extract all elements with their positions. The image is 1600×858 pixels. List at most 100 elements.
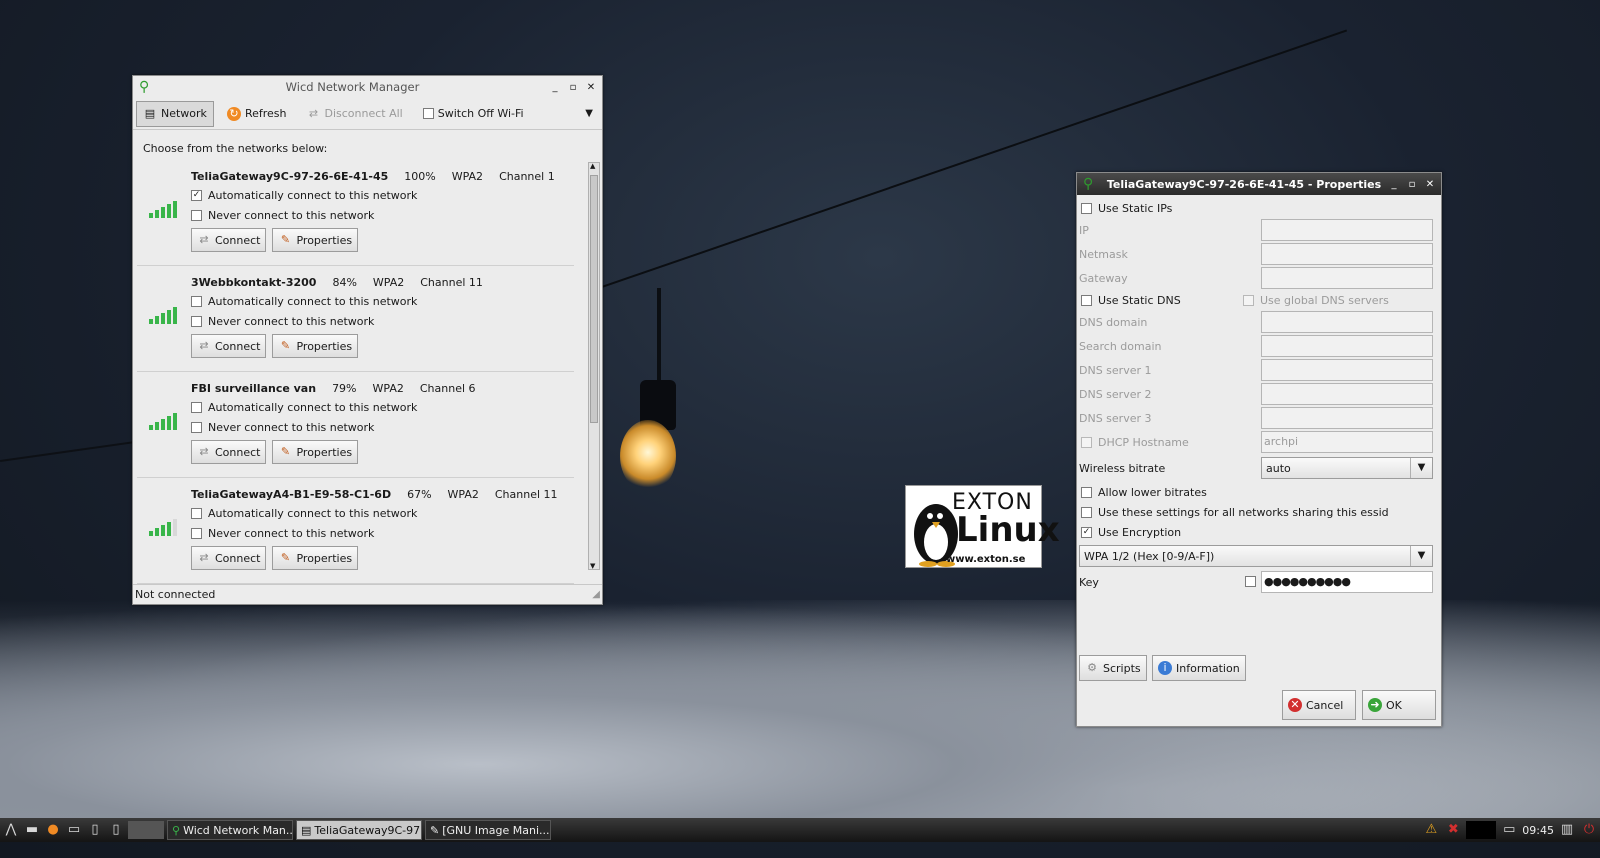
gateway-input[interactable] <box>1261 267 1433 289</box>
warning-tray-icon[interactable]: ⚠ <box>1422 821 1440 839</box>
task-gimp[interactable]: ✎ [GNU Image Mani... <box>425 820 551 840</box>
use-global-dns-checkbox[interactable] <box>1243 295 1254 306</box>
connect-button[interactable]: ⇄ Connect <box>191 334 267 358</box>
properties-button[interactable]: ✎ Properties <box>272 546 359 570</box>
connect-label: Connect <box>215 233 261 247</box>
dhcp-hostname-row[interactable]: DHCP Hostname <box>1081 436 1189 449</box>
wireless-bitrate-select[interactable]: auto ▼ <box>1261 457 1433 479</box>
never-connect-checkbox[interactable] <box>191 528 202 539</box>
desktop-2-icon[interactable]: ▯ <box>107 821 125 839</box>
use-encryption-checkbox[interactable]: ✓ <box>1081 527 1092 538</box>
start-menu-icon[interactable]: ⋀ <box>2 821 20 839</box>
properties-titlebar[interactable]: ⚲ TeliaGateway9C-97-26-6E-41-45 - Proper… <box>1077 173 1441 195</box>
connect-button[interactable]: ⇄ Connect <box>191 440 267 464</box>
maximize-icon[interactable]: ▫ <box>568 82 578 93</box>
information-button[interactable]: i Information <box>1152 655 1246 681</box>
use-static-dns-row[interactable]: Use Static DNS <box>1081 294 1181 307</box>
never-connect-checkbox[interactable] <box>191 210 202 221</box>
network-header: 3Webbkontakt-3200 84% WPA2 Channel 11 <box>191 276 483 289</box>
properties-close-icon[interactable]: ✕ <box>1425 179 1435 190</box>
dns-domain-input[interactable] <box>1261 311 1433 333</box>
properties-button[interactable]: ✎ Properties <box>272 440 359 464</box>
search-domain-input[interactable] <box>1261 335 1433 357</box>
dhcp-hostname-checkbox[interactable] <box>1081 437 1092 448</box>
never-connect-row[interactable]: Never connect to this network <box>191 527 374 540</box>
use-settings-row[interactable]: Use these settings for all networks shar… <box>1081 506 1389 519</box>
scroll-down-icon[interactable]: ▼ <box>590 562 595 570</box>
dns-server-2-input[interactable] <box>1261 383 1433 405</box>
auto-connect-row[interactable]: Automatically connect to this network <box>191 507 417 520</box>
never-connect-row[interactable]: Never connect to this network <box>191 315 374 328</box>
scroll-up-icon[interactable]: ▲ <box>590 162 595 170</box>
use-static-ips-row[interactable]: Use Static IPs <box>1081 202 1172 215</box>
netmask-input[interactable] <box>1261 243 1433 265</box>
auto-connect-checkbox[interactable] <box>191 508 202 519</box>
volume-tray-icon[interactable]: ▥ <box>1558 821 1576 839</box>
display-tray-icon[interactable]: ▭ <box>1500 821 1518 839</box>
properties-minimize-icon[interactable]: _ <box>1389 179 1399 190</box>
disconnect-all-button[interactable]: ⇄ Disconnect All <box>299 101 409 127</box>
show-key-checkbox[interactable] <box>1245 576 1256 587</box>
scroll-thumb[interactable] <box>590 175 598 423</box>
never-connect-checkbox[interactable] <box>191 316 202 327</box>
toolbar-menu-arrow-icon[interactable]: ▼ <box>585 108 593 119</box>
task-wicd[interactable]: ⚲ Wicd Network Man... <box>167 820 293 840</box>
desktop-1-icon[interactable]: ▯ <box>86 821 104 839</box>
ip-input[interactable] <box>1261 219 1433 241</box>
power-icon[interactable]: ⏻ <box>1580 821 1598 839</box>
scripts-button[interactable]: ⚙ Scripts <box>1079 655 1147 681</box>
use-global-dns-row[interactable]: Use global DNS servers <box>1243 294 1389 307</box>
switch-off-wifi-checkbox[interactable] <box>422 108 434 119</box>
auto-connect-checkbox[interactable] <box>191 296 202 307</box>
never-connect-row[interactable]: Never connect to this network <box>191 209 374 222</box>
close-icon[interactable]: ✕ <box>586 82 596 93</box>
network-tray-icon[interactable]: ✖ <box>1444 821 1462 839</box>
switch-off-wifi-toggle[interactable]: Switch Off Wi-Fi <box>416 101 531 127</box>
network-button[interactable]: ▤ Network <box>136 100 214 127</box>
network-ssid: TeliaGatewayA4-B1-E9-58-C1-6D <box>191 488 392 501</box>
connect-button[interactable]: ⇄ Connect <box>191 546 267 570</box>
key-input[interactable]: ●●●●●●●●●● <box>1261 571 1433 593</box>
encryption-type-select[interactable]: WPA 1/2 (Hex [0-9/A-F]) ▼ <box>1079 545 1433 567</box>
auto-connect-row[interactable]: Automatically connect to this network <box>191 401 417 414</box>
network-encryption: WPA2 <box>451 170 484 183</box>
auto-connect-checkbox[interactable]: ✓ <box>191 190 202 201</box>
connect-label: Connect <box>215 445 261 459</box>
network-icon: ▤ <box>144 106 156 120</box>
desktop-3-icon[interactable] <box>128 821 164 839</box>
terminal-icon[interactable]: ▬ <box>23 821 41 839</box>
dns-server-1-input[interactable] <box>1261 359 1433 381</box>
network-header: TeliaGateway9C-97-26-6E-41-45 100% WPA2 Cha… <box>191 170 555 183</box>
use-settings-label: Use these settings for all networks shar… <box>1098 506 1389 519</box>
minimize-icon[interactable]: _ <box>550 82 560 93</box>
auto-connect-checkbox[interactable] <box>191 402 202 413</box>
connect-button[interactable]: ⇄ Connect <box>191 228 267 252</box>
cancel-button[interactable]: ✕ Cancel <box>1282 690 1356 720</box>
ok-button[interactable]: ➜ OK <box>1362 690 1436 720</box>
clock[interactable]: 09:45 <box>1522 824 1554 837</box>
firefox-icon[interactable]: ● <box>44 821 62 839</box>
network-list-scrollbar[interactable]: ▲ ▼ <box>588 162 600 570</box>
file-manager-icon[interactable]: ▭ <box>65 821 83 839</box>
task-properties[interactable]: ▤ TeliaGateway9C-97... <box>296 820 422 840</box>
use-static-dns-checkbox[interactable] <box>1081 295 1092 306</box>
chevron-down-icon: ▼ <box>1410 458 1432 478</box>
properties-button[interactable]: ✎ Properties <box>272 228 359 252</box>
use-encryption-row[interactable]: ✓ Use Encryption <box>1081 526 1181 539</box>
auto-connect-row[interactable]: Automatically connect to this network <box>191 295 417 308</box>
allow-lower-bitrates-checkbox[interactable] <box>1081 487 1092 498</box>
network-entry: TeliaGatewayA4-B1-E9-58-C1-6D 67% WPA2 Chan… <box>137 480 574 584</box>
allow-lower-bitrates-row[interactable]: Allow lower bitrates <box>1081 486 1207 499</box>
use-static-ips-checkbox[interactable] <box>1081 203 1092 214</box>
properties-button[interactable]: ✎ Properties <box>272 334 359 358</box>
resize-grip-icon[interactable]: ◢ <box>592 589 600 600</box>
dhcp-hostname-input[interactable]: archpi <box>1261 431 1433 453</box>
wicd-titlebar[interactable]: ⚲ Wicd Network Manager _ ▫ ✕ <box>133 76 602 98</box>
never-connect-checkbox[interactable] <box>191 422 202 433</box>
never-connect-row[interactable]: Never connect to this network <box>191 421 374 434</box>
auto-connect-row[interactable]: ✓ Automatically connect to this network <box>191 189 417 202</box>
properties-maximize-icon[interactable]: ▫ <box>1407 179 1417 190</box>
refresh-button[interactable]: ↻ Refresh <box>220 101 294 127</box>
use-settings-checkbox[interactable] <box>1081 507 1092 518</box>
dns-server-3-input[interactable] <box>1261 407 1433 429</box>
